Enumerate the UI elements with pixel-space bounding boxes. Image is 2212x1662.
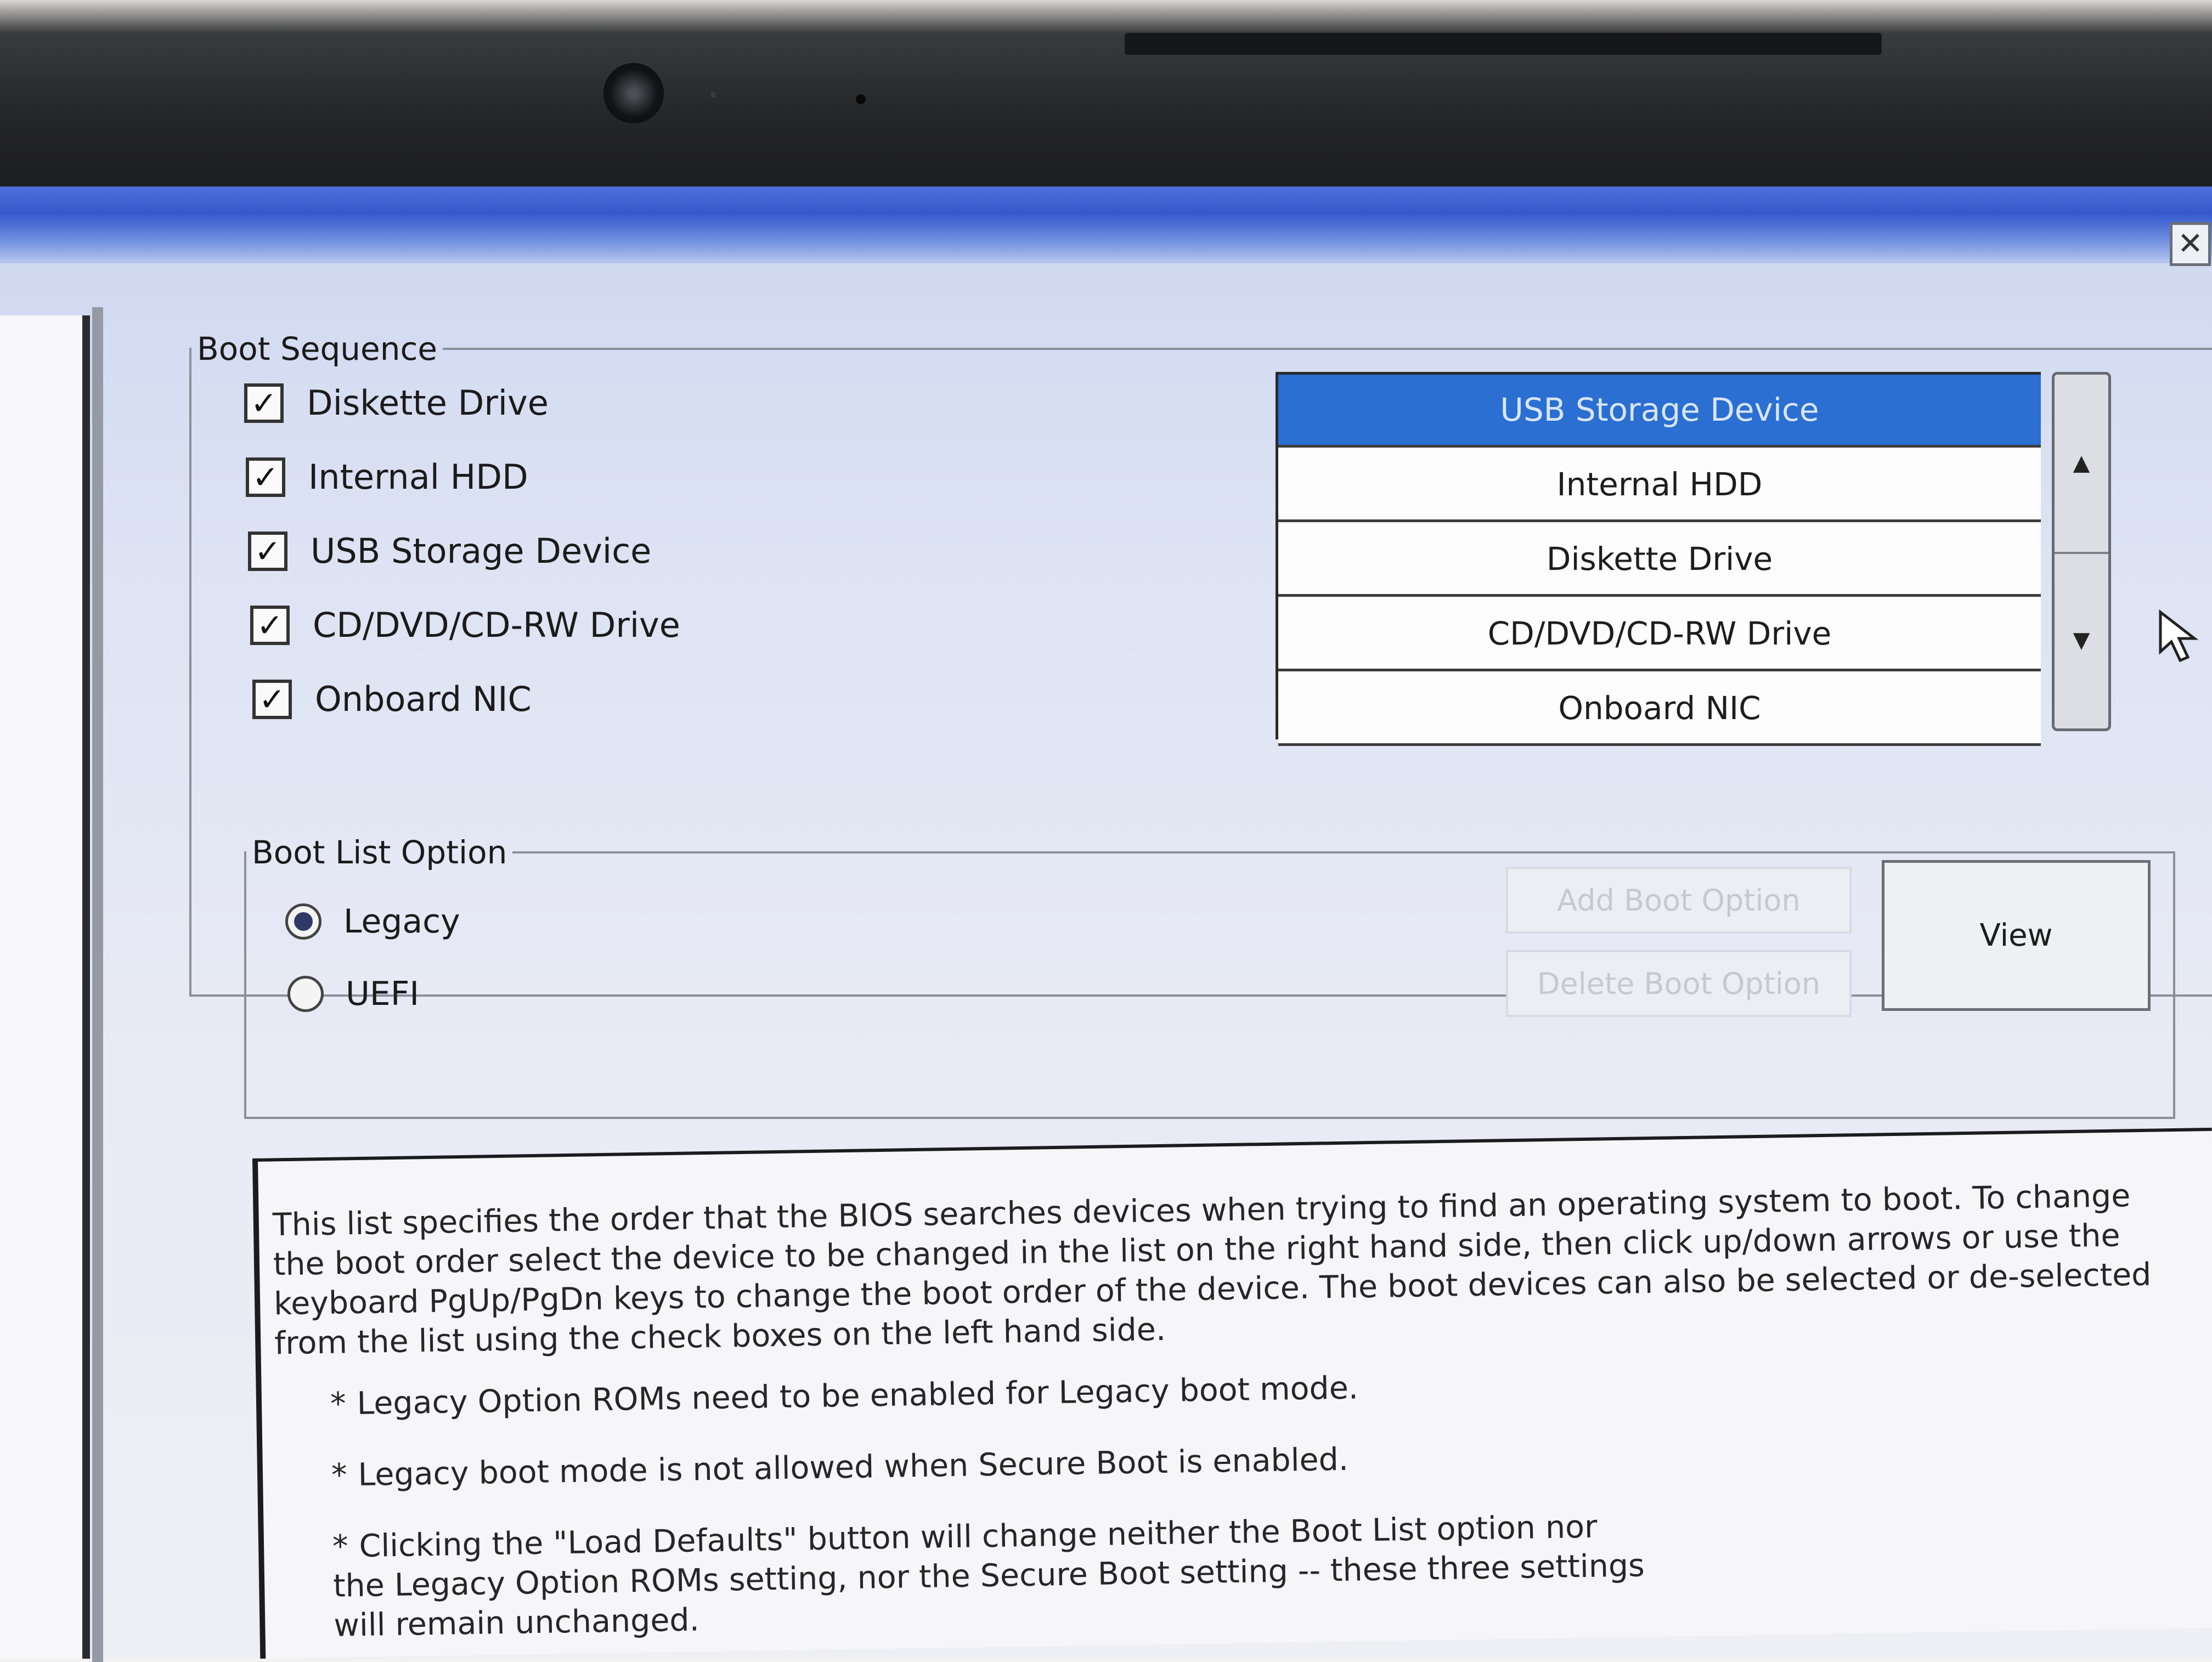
help-text-panel: This list specifies the order that the B… <box>252 1127 2212 1659</box>
delete-boot-option-button[interactable]: Delete Boot Option <box>1506 950 1852 1017</box>
device-label: USB Storage Device <box>311 531 652 571</box>
checkbox-checked-icon[interactable]: ✓ <box>246 457 285 497</box>
help-bullet: * Clicking the "Load Defaults" button wil… <box>332 1508 1645 1644</box>
boot-list-option-title: Boot List Option <box>252 834 507 871</box>
device-checkbox-row[interactable]: ✓ Onboard NIC <box>252 679 532 719</box>
checkbox-checked-icon[interactable]: ✓ <box>244 383 284 423</box>
mouse-cursor-icon <box>2159 609 2199 663</box>
title-bar <box>0 186 2212 263</box>
checkbox-checked-icon[interactable]: ✓ <box>252 679 292 719</box>
radio-label: UEFI <box>346 975 420 1013</box>
add-boot-option-button[interactable]: Add Boot Option <box>1506 867 1852 934</box>
radio-uefi[interactable]: UEFI <box>287 975 419 1013</box>
checkbox-checked-icon[interactable]: ✓ <box>248 531 287 571</box>
view-button[interactable]: View <box>1882 860 2151 1011</box>
boot-order-item[interactable]: USB Storage Device <box>1278 375 2041 448</box>
triangle-up-icon: ▲ <box>2073 450 2090 476</box>
device-label: Diskette Drive <box>307 383 549 423</box>
order-scrollbar[interactable]: ▲ ▼ <box>2052 372 2111 731</box>
close-button[interactable]: ✕ <box>2170 222 2211 266</box>
webcam-icon <box>603 63 664 123</box>
device-label: Onboard NIC <box>315 679 532 719</box>
navigation-panel[interactable] <box>0 307 103 1662</box>
move-down-button[interactable]: ▼ <box>2055 552 2108 729</box>
move-up-button[interactable]: ▲ <box>2055 375 2108 554</box>
laptop-bezel <box>0 0 2212 192</box>
boot-order-item[interactable]: Onboard NIC <box>1278 673 2041 746</box>
radio-selected-icon[interactable] <box>285 903 321 940</box>
boot-order-item[interactable]: CD/DVD/CD-RW Drive <box>1278 598 2041 671</box>
radio-legacy[interactable]: Legacy <box>285 902 460 941</box>
bios-screen: ✕ Boot Sequence ✓ Diskette Drive ✓ Inter… <box>0 186 2212 1662</box>
help-bullet: * Legacy boot mode is not allowed when Se… <box>331 1441 1349 1494</box>
triangle-down-icon: ▼ <box>2073 627 2090 653</box>
device-label: Internal HDD <box>308 457 528 497</box>
camera-sensor <box>710 92 716 98</box>
device-checkbox-row[interactable]: ✓ CD/DVD/CD-RW Drive <box>250 605 680 645</box>
help-paragraph: This list specifies the order that the B… <box>272 1178 2152 1362</box>
boot-order-item[interactable]: Internal HDD <box>1278 449 2041 522</box>
device-checkbox-row[interactable]: ✓ Internal HDD <box>246 457 528 497</box>
checkbox-checked-icon[interactable]: ✓ <box>250 605 290 645</box>
device-checkbox-row[interactable]: ✓ USB Storage Device <box>248 531 651 571</box>
boot-sequence-title: Boot Sequence <box>197 330 438 368</box>
help-bullet: * Legacy Option ROMs need to be enabled f… <box>330 1370 1359 1422</box>
radio-unselected-icon[interactable] <box>287 976 324 1012</box>
device-label: CD/DVD/CD-RW Drive <box>313 605 680 645</box>
device-checkbox-row[interactable]: ✓ Diskette Drive <box>244 383 549 423</box>
boot-order-item[interactable]: Diskette Drive <box>1278 524 2041 597</box>
radio-label: Legacy <box>343 902 460 941</box>
bezel-strip <box>1125 33 1882 55</box>
camera-led <box>856 94 866 104</box>
boot-order-list[interactable]: USB Storage Device Internal HDD Diskette… <box>1276 372 2041 746</box>
